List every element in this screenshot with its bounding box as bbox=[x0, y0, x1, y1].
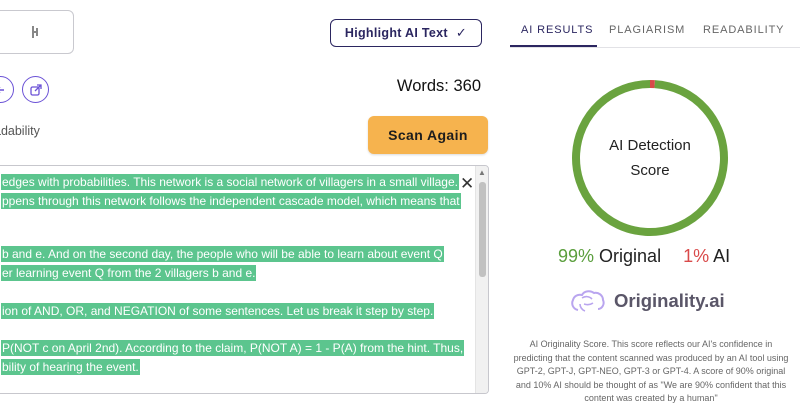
highlight-button-label: Highlight AI Text bbox=[344, 26, 448, 40]
originality-logo: Originality.ai bbox=[570, 286, 725, 316]
tab-readability[interactable]: READABILITY bbox=[703, 24, 784, 36]
export-icon-button[interactable] bbox=[22, 76, 49, 103]
check-icon: ✓ bbox=[455, 25, 468, 40]
ai-percent: 1% bbox=[683, 246, 710, 266]
original-percent: 99% bbox=[558, 246, 595, 266]
highlighted-line: P(NOT c on April 2nd). According to the … bbox=[1, 340, 465, 356]
scrollbar-thumb[interactable] bbox=[479, 182, 486, 277]
active-tab-underline bbox=[510, 45, 597, 47]
highlighted-line: edges with probabilities. This network i… bbox=[1, 174, 459, 190]
content-textarea[interactable]: edges with probabilities. This network i… bbox=[0, 165, 489, 394]
score-description: AI Originality Score. This score reflect… bbox=[513, 339, 789, 403]
undo-icon-button[interactable] bbox=[0, 76, 14, 103]
editor-panel: Highlight AI Text ✓ Words: 360 adability… bbox=[0, 0, 510, 418]
word-count: Words: 360 bbox=[396, 77, 481, 95]
editor-scrollbar[interactable]: ▲ bbox=[475, 166, 488, 393]
tab-plagiarism[interactable]: PLAGIARISM bbox=[609, 24, 685, 36]
scan-again-button[interactable]: Scan Again bbox=[368, 116, 488, 154]
highlighted-line: b and e. And on the second day, the peop… bbox=[1, 246, 444, 262]
highlight-ai-text-button[interactable]: Highlight AI Text ✓ bbox=[330, 19, 482, 47]
tab-ai-results[interactable]: AI RESULTS bbox=[521, 24, 593, 36]
close-icon[interactable]: ✕ bbox=[460, 174, 474, 194]
ai-label: AI bbox=[713, 246, 731, 266]
export-icon bbox=[29, 83, 42, 96]
tool-selector[interactable] bbox=[0, 10, 74, 54]
arrow-icon bbox=[0, 88, 4, 91]
score-summary: 99% Original 1% AI bbox=[558, 246, 730, 267]
highlighted-line: er learning event Q from the 2 villagers… bbox=[1, 265, 257, 281]
results-tabs: AI RESULTS PLAGIARISM READABILITY bbox=[510, 0, 800, 48]
readability-tab-fragment[interactable]: adability bbox=[0, 124, 40, 138]
grip-icon bbox=[32, 26, 38, 38]
brand-name: Originality.ai bbox=[614, 290, 725, 311]
highlighted-line: ppens through this network follows the i… bbox=[1, 193, 461, 209]
scroll-up-icon[interactable]: ▲ bbox=[478, 168, 486, 177]
original-label: Original bbox=[599, 246, 662, 266]
gauge-title: AI Detection Score bbox=[609, 137, 691, 179]
results-panel: AI RESULTS PLAGIARISM READABILITY AI Det… bbox=[510, 0, 800, 418]
highlighted-line: bility of hearing the event. bbox=[1, 359, 140, 375]
brain-icon bbox=[571, 290, 605, 312]
highlighted-line: ion of AND, OR, and NEGATION of some sen… bbox=[1, 303, 435, 319]
